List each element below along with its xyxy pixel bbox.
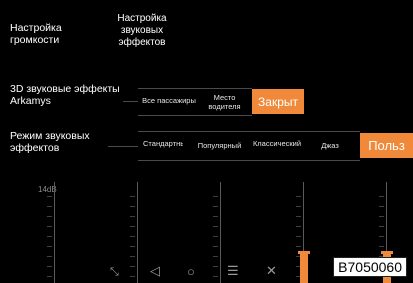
eq-tick: [47, 196, 52, 197]
eq-tick: [130, 256, 135, 257]
eq-band-4-slider-cap: [298, 251, 310, 254]
eq-tick: [379, 206, 384, 207]
image-code-badge: B7050060: [333, 257, 407, 277]
eq-tick: [130, 206, 135, 207]
eq-tick: [130, 216, 135, 217]
eq-tick: [213, 266, 218, 267]
eq-tick: [130, 236, 135, 237]
tab-sound-effects-settings[interactable]: Настройка звуковых эффектов: [108, 13, 176, 49]
eq-tick: [213, 196, 218, 197]
eq-tick: [379, 196, 384, 197]
eq-tick: [130, 276, 135, 277]
eq-tick: [213, 246, 218, 247]
eq-tick: [296, 206, 301, 207]
eq-tick: [213, 256, 218, 257]
eq-tick: [130, 226, 135, 227]
mode-option-jazz[interactable]: Джаз: [315, 141, 345, 150]
eq-tick: [130, 196, 135, 197]
mode-option-standard[interactable]: Стандартный: [143, 139, 183, 148]
collapse-icon[interactable]: ⤡: [110, 266, 119, 279]
eq-band-4-slider[interactable]: [300, 253, 308, 283]
eq-tick: [47, 246, 52, 247]
eq-tick: [379, 226, 384, 227]
eq-band-1-track[interactable]: [54, 182, 55, 283]
sound-mode-connector: [108, 146, 138, 147]
eq-tick: [213, 236, 218, 237]
eq-tick: [47, 206, 52, 207]
eq-tick: [213, 226, 218, 227]
home-icon[interactable]: ○: [187, 264, 195, 279]
sound-mode-label: Режим звуковых эффектов: [10, 130, 90, 154]
eq-tick: [213, 216, 218, 217]
eq-tick: [379, 216, 384, 217]
eq-band-5-slider-cap: [381, 251, 393, 254]
mode-option-custom[interactable]: Польз: [360, 133, 413, 158]
eq-band-3-track[interactable]: [220, 182, 221, 283]
eq-tick: [296, 216, 301, 217]
back-icon[interactable]: ◁: [150, 263, 160, 279]
mode-option-popular[interactable]: Популярный: [192, 141, 247, 150]
arkamys-option-driver[interactable]: Место водителя: [202, 93, 247, 111]
eq-tick: [130, 266, 135, 267]
tab-volume-settings[interactable]: Настройка громкости: [10, 22, 90, 46]
eq-tick: [379, 246, 384, 247]
eq-tick: [379, 236, 384, 237]
arkamys-option-off[interactable]: Закрыт: [252, 89, 304, 114]
eq-tick: [130, 246, 135, 247]
eq-tick: [296, 226, 301, 227]
eq-tick: [47, 236, 52, 237]
eq-tick: [213, 206, 218, 207]
eq-tick: [47, 226, 52, 227]
eq-tick: [47, 266, 52, 267]
eq-tick: [213, 276, 218, 277]
eq-tick: [47, 216, 52, 217]
eq-tick: [47, 256, 52, 257]
menu-icon[interactable]: ☰: [227, 263, 239, 279]
eq-band-2-track[interactable]: [137, 182, 138, 283]
mode-option-classic[interactable]: Классический: [252, 139, 302, 148]
eq-tick: [296, 196, 301, 197]
arkamys-option-all[interactable]: Все пассажиры: [140, 96, 198, 105]
eq-tick: [296, 236, 301, 237]
eq-tick: [296, 246, 301, 247]
arkamys-label: 3D звуковые эффекты Arkamys: [10, 83, 120, 107]
arkamys-connector: [123, 101, 138, 102]
eq-tick: [47, 276, 52, 277]
close-icon[interactable]: ✕: [266, 263, 277, 279]
